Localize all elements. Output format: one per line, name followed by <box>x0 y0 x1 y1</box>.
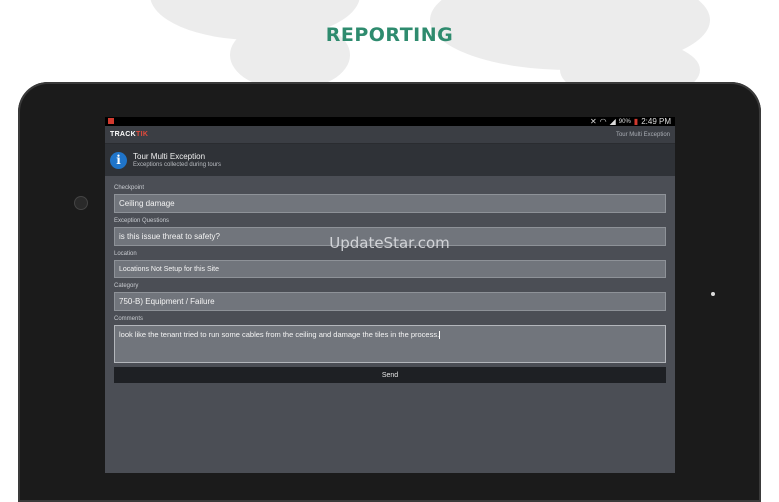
comments-label: Comments <box>114 316 144 322</box>
form-title: Tour Multi Exception <box>133 152 206 161</box>
sensor-dot <box>711 292 715 296</box>
checkpoint-field[interactable]: Ceiling damage <box>114 194 666 213</box>
status-bar: ✕ ◠ ◢ 90% ▮ 2:49 PM <box>105 117 675 126</box>
header-text: Tour Multi Exception Exceptions collecte… <box>133 152 221 168</box>
category-field[interactable]: 750-B) Equipment / Failure <box>114 292 666 311</box>
info-icon: i <box>110 151 127 169</box>
app-bar: TRACKTIK Tour Multi Exception <box>105 126 675 144</box>
battery-percent: 90% <box>618 118 631 125</box>
form-header: i Tour Multi Exception Exceptions collec… <box>105 144 675 176</box>
signal-icon: ◢ <box>609 117 616 126</box>
exception-form: Checkpoint Ceiling damage Exception Ques… <box>105 176 675 383</box>
battery-icon: ▮ <box>633 117 639 126</box>
text-cursor <box>439 331 441 340</box>
camera-icon <box>74 196 88 210</box>
wifi-icon: ◠ <box>599 117 607 126</box>
form-subtitle: Exceptions collected during tours <box>133 162 222 168</box>
exception-questions-label: Exception Questions <box>114 218 170 224</box>
checkpoint-label: Checkpoint <box>114 185 145 191</box>
send-button[interactable]: Send <box>114 367 666 383</box>
tracktik-logo[interactable]: TRACKTIK <box>110 131 148 138</box>
app-notification-icon <box>108 118 114 124</box>
appbar-title: Tour Multi Exception <box>615 131 670 138</box>
clock: 2:49 PM <box>641 117 671 126</box>
mute-icon: ✕ <box>589 117 597 126</box>
comments-text: look like the tenant tried to run some c… <box>119 330 440 339</box>
comments-textarea[interactable]: look like the tenant tried to run some c… <box>114 325 666 363</box>
page-heading: REPORTING <box>325 24 454 46</box>
location-label: Location <box>114 251 137 257</box>
location-field[interactable]: Locations Not Setup for this Site <box>114 260 666 278</box>
exception-question-field[interactable]: is this issue threat to safety? <box>114 227 666 246</box>
category-label: Category <box>114 283 139 289</box>
app-screen: ✕ ◠ ◢ 90% ▮ 2:49 PM TRACKTIK Tour Multi … <box>105 117 675 473</box>
